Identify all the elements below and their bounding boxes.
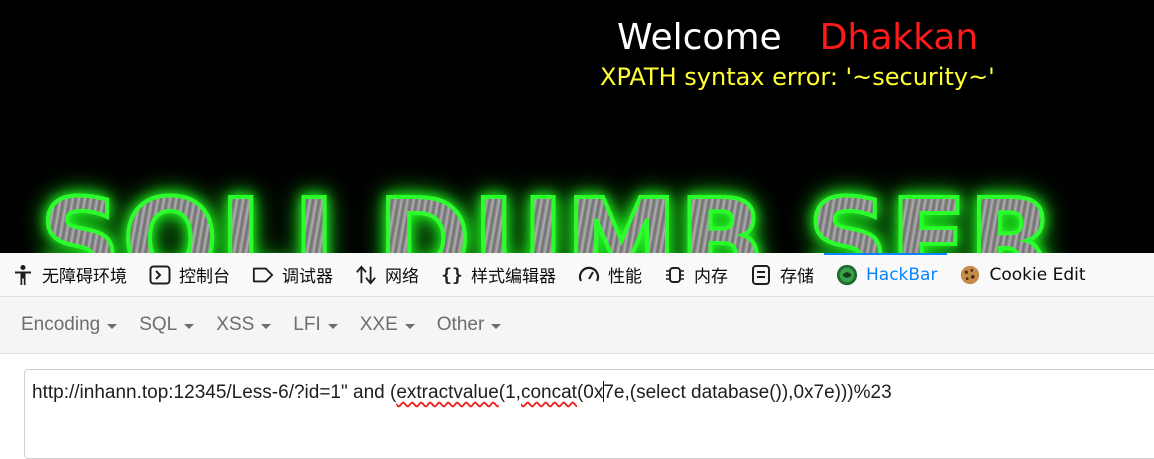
sql-menu[interactable]: SQL xyxy=(128,314,205,336)
tab-label: Cookie Edit xyxy=(989,264,1086,285)
tab-style-editor[interactable]: {} 样式编辑器 xyxy=(429,253,566,296)
tab-performance[interactable]: 性能 xyxy=(566,253,652,296)
menu-label: XSS xyxy=(216,314,255,335)
cookie-icon xyxy=(959,264,981,286)
performance-gauge-icon xyxy=(578,264,600,286)
tab-label: 样式编辑器 xyxy=(471,267,556,287)
caret-down-icon xyxy=(261,323,272,329)
svg-text:{}: {} xyxy=(441,265,463,286)
tab-network[interactable]: 网络 xyxy=(343,253,429,296)
url-segment: 7e,(select database()),0x7e)))%23 xyxy=(603,382,892,403)
menu-label: LFI xyxy=(293,314,321,335)
encoding-menu[interactable]: Encoding xyxy=(0,314,128,336)
tab-hackbar[interactable]: HackBar xyxy=(824,253,948,296)
xpath-error-message: XPATH syntax error: '~security~' xyxy=(600,63,995,91)
url-segment-misspelled: extractvalue xyxy=(396,382,499,403)
url-segment: http://inhann.top:12345/Less-6/?id=1" an… xyxy=(32,382,397,403)
console-icon xyxy=(149,264,171,286)
hackbar-url-panel: http://inhann.top:12345/Less-6/?id=1" an… xyxy=(0,354,1154,459)
style-editor-braces-icon: {} xyxy=(441,264,463,286)
memory-chip-icon xyxy=(664,264,686,286)
tab-storage[interactable]: 存储 xyxy=(738,253,824,296)
tab-debugger[interactable]: 调试器 xyxy=(240,253,343,296)
menu-label: Encoding xyxy=(21,314,101,335)
caret-down-icon xyxy=(184,323,195,329)
tab-label: 网络 xyxy=(385,267,419,287)
hackbar-logo-icon xyxy=(836,264,858,286)
tab-label: 控制台 xyxy=(179,267,230,287)
sqli-dumb-series-banner: SQLI DUMB SER xyxy=(38,174,1057,253)
storage-icon xyxy=(750,264,772,286)
tab-console[interactable]: 控制台 xyxy=(137,253,240,296)
banner-text: SQLI DUMB SER xyxy=(38,174,1057,253)
welcome-line: Welcome Dhakkan xyxy=(617,16,978,60)
caret-down-icon xyxy=(404,323,415,329)
username: Dhakkan xyxy=(819,17,979,58)
xxe-menu[interactable]: XXE xyxy=(349,314,426,336)
tab-label: HackBar xyxy=(866,264,938,285)
hackbar-menu-bar: Encoding SQL XSS LFI XXE Other xyxy=(0,297,1154,354)
devtools-toolbar: 无障碍环境 控制台 调试器 网络 {} 样式编辑器 性能 内存 存储 HackB… xyxy=(0,253,1154,297)
tab-memory[interactable]: 内存 xyxy=(652,253,738,296)
url-segment-misspelled: concat xyxy=(520,382,577,403)
menu-label: SQL xyxy=(139,314,178,335)
tab-label: 无障碍环境 xyxy=(42,267,127,287)
tab-label: 内存 xyxy=(694,267,728,287)
tab-cookie-editor[interactable]: Cookie Edit xyxy=(947,253,1095,296)
xss-menu[interactable]: XSS xyxy=(205,314,282,336)
tab-label: 存储 xyxy=(780,267,814,287)
caret-down-icon xyxy=(327,323,338,329)
accessibility-icon xyxy=(12,264,34,286)
lfi-menu[interactable]: LFI xyxy=(282,314,348,336)
url-segment: (0x xyxy=(576,382,604,403)
menu-label: Other xyxy=(436,314,485,335)
debugger-icon xyxy=(252,264,274,286)
url-segment: (1, xyxy=(498,382,521,403)
caret-down-icon xyxy=(107,323,118,329)
tab-accessibility[interactable]: 无障碍环境 xyxy=(0,253,137,296)
tab-label: 调试器 xyxy=(282,267,333,287)
network-arrows-icon xyxy=(355,264,377,286)
caret-down-icon xyxy=(491,323,502,329)
url-text[interactable]: http://inhann.top:12345/Less-6/?id=1" an… xyxy=(32,381,892,404)
web-page-content: Welcome Dhakkan XPATH syntax error: '~sec… xyxy=(0,0,1154,253)
tab-label: 性能 xyxy=(608,267,642,287)
menu-label: XXE xyxy=(359,314,398,335)
welcome-label: Welcome xyxy=(617,17,782,58)
other-menu[interactable]: Other xyxy=(426,314,513,336)
